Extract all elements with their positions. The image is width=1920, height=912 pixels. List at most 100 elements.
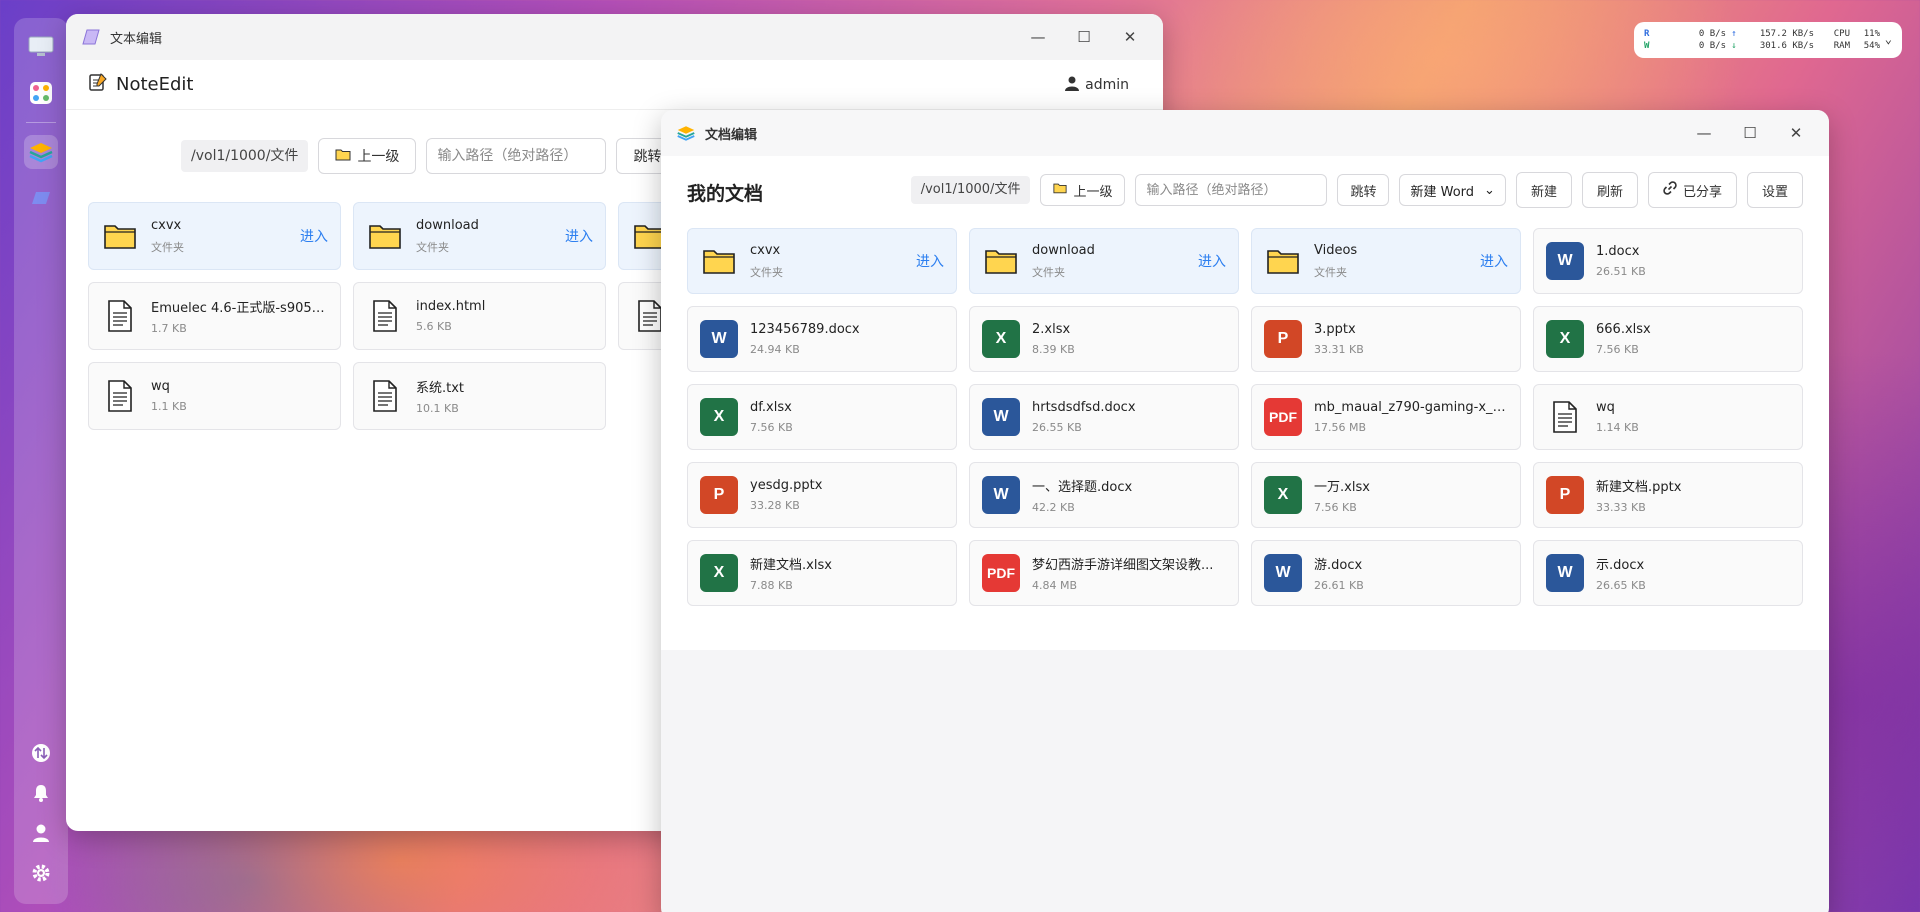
maximize-icon[interactable]: ☐ (1061, 28, 1107, 46)
new-button[interactable]: 新建 (1515, 172, 1572, 208)
item-size: 4.84 MB (1032, 579, 1078, 592)
file-card[interactable]: Whrtsdsdfsd.docx 26.55 KB (969, 384, 1239, 450)
file-card[interactable]: W 游.docx 26.61 KB (1251, 540, 1521, 606)
settings-gear-icon[interactable] (28, 860, 54, 886)
refresh-button[interactable]: 刷新 (1581, 172, 1638, 208)
item-meta: download 文件夹 (1032, 243, 1190, 280)
file-card[interactable]: W 1.docx 26.51 KB (1533, 228, 1803, 294)
pdf-file-icon: PDF (982, 554, 1020, 592)
file-card[interactable]: 系统.txt 10.1 KB (353, 362, 606, 430)
file-card[interactable]: W 示.docx 26.65 KB (1533, 540, 1803, 606)
item-size: 8.39 KB (1032, 343, 1075, 356)
file-card[interactable]: Pyesdg.pptx 33.28 KB (687, 462, 957, 528)
item-size: 26.51 KB (1596, 265, 1646, 278)
download-rate: 301.6 KB/s (1759, 41, 1814, 51)
w-badge: W (1264, 554, 1302, 592)
word-file-icon: W (1546, 554, 1584, 592)
note-edit-titlebar[interactable]: 文本编辑 — ☐ ✕ (66, 14, 1163, 60)
file-card[interactable]: X 2.xlsx 8.39 KB (969, 306, 1239, 372)
desktop-icon[interactable] (24, 30, 58, 64)
app-center-icon[interactable] (24, 76, 58, 110)
powerpoint-file-icon: P (1546, 476, 1584, 514)
item-size: 1.1 KB (151, 400, 187, 413)
shared-button[interactable]: 已分享 (1647, 172, 1737, 208)
folder-card[interactable]: download 文件夹 进入 (353, 202, 606, 270)
up-level-label: 上一级 (357, 149, 400, 165)
up-level-button[interactable]: 上一级 (1040, 174, 1126, 206)
item-size: 26.65 KB (1596, 579, 1646, 592)
enter-folder-link[interactable]: 进入 (300, 226, 328, 246)
path-input[interactable] (1135, 174, 1328, 206)
up-level-button[interactable]: 上一级 (318, 138, 417, 174)
item-meta: df.xlsx 7.56 KB (750, 400, 944, 434)
settings-button[interactable]: 设置 (1746, 172, 1803, 208)
folder-icon (982, 242, 1020, 280)
chevron-down-icon[interactable]: ⌄ (1885, 32, 1892, 46)
file-card[interactable]: X 666.xlsx 7.56 KB (1533, 306, 1803, 372)
folder-card[interactable]: download 文件夹 进入 (969, 228, 1239, 294)
item-name: cxvx (151, 217, 182, 233)
item-meta: hrtsdsdfsd.docx 26.55 KB (1032, 400, 1226, 434)
doc-edit-titlebar[interactable]: 文档编辑 — ☐ ✕ (661, 110, 1829, 156)
user-icon[interactable] (28, 820, 54, 846)
enter-folder-link[interactable]: 进入 (916, 251, 944, 271)
word-file-icon: W (982, 398, 1020, 436)
close-icon[interactable]: ✕ (1773, 124, 1819, 142)
maximize-icon[interactable]: ☐ (1727, 124, 1773, 142)
user-menu[interactable]: admin (1065, 75, 1129, 95)
transfer-icon[interactable] (28, 740, 54, 766)
folder-icon (1264, 242, 1302, 280)
file-card[interactable]: PDF 梦幻西游手游详细图文架设教... 4.84 MB (969, 540, 1239, 606)
item-name: index.html (416, 299, 486, 314)
item-size: 42.2 KB (1032, 501, 1075, 514)
enter-folder-link[interactable]: 进入 (1480, 251, 1508, 271)
item-name: download (416, 217, 479, 233)
bell-icon[interactable] (28, 780, 54, 806)
enter-folder-link[interactable]: 进入 (1198, 251, 1226, 271)
item-name: wq (151, 379, 170, 394)
item-name: df.xlsx (750, 400, 792, 415)
doc-edit-dock-icon[interactable] (24, 135, 58, 169)
read-rate: 0 B/s (1698, 29, 1726, 39)
folder-card[interactable]: cxvx 文件夹 进入 (687, 228, 957, 294)
item-name: 2.xlsx (1032, 322, 1071, 337)
doc-edit-app-icon (677, 124, 695, 142)
item-meta: 666.xlsx 7.56 KB (1596, 322, 1790, 356)
file-icon (366, 377, 404, 415)
file-card[interactable]: P 3.pptx 33.31 KB (1251, 306, 1521, 372)
folder-card[interactable]: Videos 文件夹 进入 (1251, 228, 1521, 294)
close-icon[interactable]: ✕ (1107, 28, 1153, 46)
item-size: 7.56 KB (1596, 343, 1639, 356)
note-edit-toolbar: /vol1/1000/文件 上一级 跳转 (181, 138, 679, 174)
file-card[interactable]: wq 1.1 KB (88, 362, 341, 430)
file-card[interactable]: Emuelec 4.6-正式版-s905x... 1.7 KB (88, 282, 341, 350)
note-edit-dock-icon[interactable] (24, 181, 58, 215)
new-type-select[interactable]: 新建 Word ⌄ (1399, 174, 1506, 206)
minimize-icon[interactable]: — (1015, 28, 1061, 46)
note-edit-header: NoteEdit admin (66, 60, 1163, 110)
file-card[interactable]: index.html 5.6 KB (353, 282, 606, 350)
item-size: 26.55 KB (1032, 421, 1082, 434)
doc-toolbar: /vol1/1000/文件 上一级 跳转 新建 Word ⌄ 新建 刷新 (910, 172, 1803, 208)
item-name: 3.pptx (1314, 322, 1356, 337)
path-input[interactable] (426, 138, 607, 174)
file-card[interactable]: wq 1.14 KB (1533, 384, 1803, 450)
file-card[interactable]: X 新建文档.xlsx 7.88 KB (687, 540, 957, 606)
item-name: 666.xlsx (1596, 322, 1651, 337)
enter-folder-link[interactable]: 进入 (565, 226, 593, 246)
folder-card[interactable]: cxvx 文件夹 进入 (88, 202, 341, 270)
item-size: 33.28 KB (750, 499, 800, 512)
excel-file-icon: X (1264, 476, 1302, 514)
item-name: Emuelec 4.6-正式版-s905x... (151, 301, 328, 316)
file-card[interactable]: Xdf.xlsx 7.56 KB (687, 384, 957, 450)
file-card[interactable]: W 123456789.docx 24.94 KB (687, 306, 957, 372)
item-meta: yesdg.pptx 33.28 KB (750, 478, 944, 512)
file-card[interactable]: P 新建文档.pptx 33.33 KB (1533, 462, 1803, 528)
item-name: mb_maual_z790-gaming-x_ax... (1314, 400, 1508, 415)
minimize-icon[interactable]: — (1681, 124, 1727, 142)
item-size: 33.31 KB (1314, 343, 1364, 356)
file-card[interactable]: PDF mb_maual_z790-gaming-x_ax... 17.56 MB (1251, 384, 1521, 450)
file-card[interactable]: W 一、选择题.docx 42.2 KB (969, 462, 1239, 528)
jump-button[interactable]: 跳转 (1337, 174, 1390, 206)
file-card[interactable]: X 一万.xlsx 7.56 KB (1251, 462, 1521, 528)
